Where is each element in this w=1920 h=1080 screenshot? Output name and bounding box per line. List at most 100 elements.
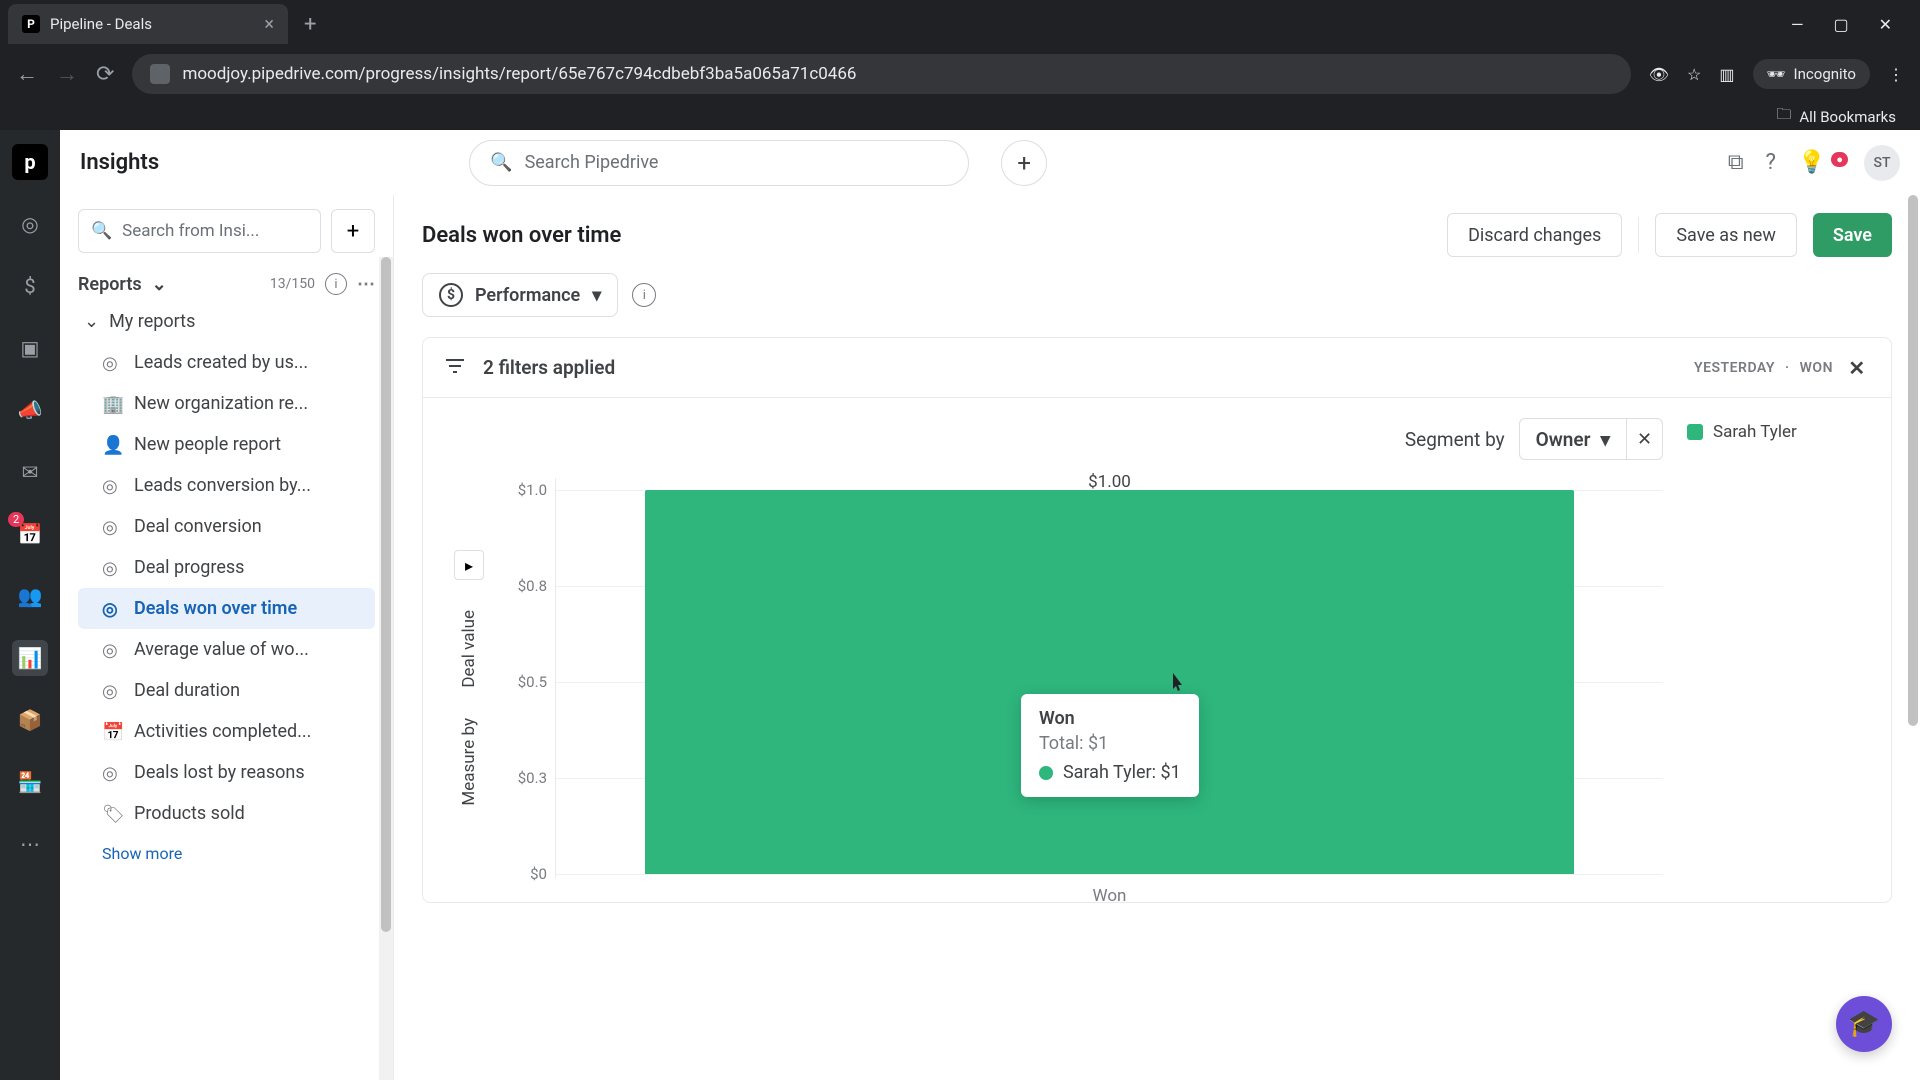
group-label: My reports [109, 311, 195, 332]
measure-column: ▸ Deal value Measure by [447, 478, 491, 878]
new-tab-button[interactable]: + [294, 12, 326, 37]
global-search-input[interactable]: 🔍 Search Pipedrive [469, 140, 969, 186]
filter-tag-yesterday: YESTERDAY [1694, 360, 1775, 376]
chart-body: Segment by Owner ▾ ✕ [423, 398, 1891, 902]
report-list: ◎Leads created by us... 🏢New organizatio… [78, 342, 375, 834]
gridline [556, 874, 1663, 875]
report-label: Deal progress [134, 557, 244, 578]
main-scrollthumb[interactable] [1908, 195, 1918, 726]
global-add-button[interactable]: + [1001, 140, 1047, 186]
bar-won[interactable] [645, 490, 1575, 874]
rail-campaigns-icon[interactable]: 📣 [12, 392, 48, 428]
chevron-down-icon: ▾ [592, 285, 601, 306]
rail-projects-icon[interactable]: ▣ [12, 330, 48, 366]
legend-label: Sarah Tyler [1713, 422, 1797, 442]
target-icon: ◎ [102, 476, 122, 496]
url-box[interactable]: moodjoy.pipedrive.com/progress/insights/… [132, 54, 1630, 94]
report-label: Products sold [134, 803, 245, 824]
star-icon[interactable]: ☆ [1687, 65, 1701, 84]
report-item[interactable]: ◎Leads conversion by... [78, 465, 375, 506]
rail-mail-icon[interactable]: ✉ [12, 454, 48, 490]
report-item[interactable]: ◎Deal duration [78, 670, 375, 711]
browser-tab[interactable]: P Pipeline - Deals × [8, 4, 288, 44]
help-icon[interactable]: ? [1766, 150, 1776, 175]
report-item[interactable]: ◎Average value of wo... [78, 629, 375, 670]
user-avatar[interactable]: ST [1864, 145, 1900, 181]
segment-dropdown[interactable]: Owner ▾ [1519, 418, 1627, 460]
rail-products-icon[interactable]: 📦 [12, 702, 48, 738]
forward-icon: → [56, 61, 78, 87]
site-settings-icon[interactable] [150, 64, 170, 84]
save-as-new-button[interactable]: Save as new [1655, 213, 1797, 257]
folder-icon: 🗀 [1776, 104, 1791, 129]
pipedrive-logo-icon[interactable]: p [12, 144, 48, 180]
sidebar-add-button[interactable]: + [331, 209, 375, 253]
save-button[interactable]: Save [1813, 213, 1892, 257]
rail-deals-icon[interactable]: $ [12, 268, 48, 304]
browser-chrome: P Pipeline - Deals × + — ▢ ✕ ← → ⟳ moodj… [0, 0, 1920, 130]
filter-bar[interactable]: 2 filters applied YESTERDAY · WON ✕ [423, 338, 1891, 398]
window-controls: — ▢ ✕ [1791, 15, 1912, 34]
rail-marketplace-icon[interactable]: 🏪 [12, 764, 48, 800]
close-window-icon[interactable]: ✕ [1879, 15, 1892, 34]
maximize-icon[interactable]: ▢ [1833, 15, 1848, 34]
sidebar: 🔍 Search from Insi... + Reports ⌄ 13/150… [60, 195, 394, 1080]
rail-more-icon[interactable]: ⋯ [12, 826, 48, 862]
minimize-icon[interactable]: — [1791, 15, 1804, 34]
report-item[interactable]: ◎Deal progress [78, 547, 375, 588]
expand-toggle[interactable]: ▸ [454, 550, 484, 580]
rail-badge: 2 [8, 512, 24, 527]
kebab-menu-icon[interactable]: ⋯ [357, 274, 375, 295]
back-icon[interactable]: ← [16, 61, 38, 87]
sidebar-search-placeholder: Search from Insi... [122, 221, 259, 241]
reports-header[interactable]: Reports ⌄ 13/150 i ⋯ [78, 273, 375, 295]
report-item[interactable]: ◎Deals lost by reasons [78, 752, 375, 793]
rail-activities-icon[interactable]: 2📅 [12, 516, 48, 552]
eye-off-icon[interactable]: 👁 [1649, 65, 1669, 84]
person-icon: 👤 [102, 435, 122, 455]
segment-by-label: Segment by [1405, 428, 1505, 451]
performance-label: Performance [475, 285, 580, 306]
y-tick: $0.3 [518, 769, 547, 787]
main: Deals won over time Discard changes Save… [394, 195, 1920, 1080]
rail-insights-icon[interactable]: 📊 [12, 640, 48, 676]
group-header[interactable]: ⌄ My reports [78, 311, 375, 332]
legend-item[interactable]: Sarah Tyler [1687, 422, 1867, 442]
chevron-down-icon: ⌄ [84, 311, 99, 332]
sidebar-search-input[interactable]: 🔍 Search from Insi... [78, 209, 321, 253]
report-item-active[interactable]: ◎Deals won over time [78, 588, 375, 629]
segment-clear-icon[interactable]: ✕ [1627, 418, 1663, 460]
reload-icon[interactable]: ⟳ [96, 62, 114, 87]
addr-right: 👁 ☆ ▥ 🕶 Incognito ⋮ [1649, 59, 1904, 89]
rail-leads-icon[interactable]: ◎ [12, 206, 48, 242]
chart-plot[interactable]: $1.00 Won Won Total: $1 Sarah Tyler: [555, 478, 1663, 878]
panel-icon[interactable]: ▥ [1719, 65, 1734, 84]
report-item[interactable]: 🏷Products sold [78, 793, 375, 834]
help-fab[interactable]: 🎓 [1836, 996, 1892, 1052]
chart-canvas: ▸ Deal value Measure by $1.0 $0.8 $0.5 $… [447, 478, 1663, 878]
report-item[interactable]: 🏢New organization re... [78, 383, 375, 424]
tooltip-series: Sarah Tyler: $1 [1063, 762, 1181, 783]
extensions-icon[interactable]: ⧉ [1728, 150, 1744, 175]
report-item[interactable]: 📅Activities completed... [78, 711, 375, 752]
all-bookmarks[interactable]: All Bookmarks [1799, 108, 1896, 126]
show-more-link[interactable]: Show more [78, 844, 375, 863]
tab-close-icon[interactable]: × [264, 14, 274, 35]
kebab-menu-icon[interactable]: ⋮ [1888, 65, 1904, 84]
report-item[interactable]: 👤New people report [78, 424, 375, 465]
info-icon[interactable]: i [325, 273, 347, 295]
whats-new-icon[interactable]: 💡● [1798, 150, 1842, 175]
report-item[interactable]: ◎Leads created by us... [78, 342, 375, 383]
rail-contacts-icon[interactable]: 👥 [12, 578, 48, 614]
performance-dropdown[interactable]: $ Performance ▾ [422, 273, 618, 317]
sidebar-scrollbar[interactable] [379, 257, 393, 1080]
sidebar-scrollthumb[interactable] [381, 257, 391, 932]
report-label: Activities completed... [134, 721, 311, 742]
discard-button[interactable]: Discard changes [1447, 213, 1622, 257]
main-scrollbar[interactable] [1906, 195, 1920, 1080]
clear-filters-icon[interactable]: ✕ [1843, 354, 1871, 382]
report-label: Deal duration [134, 680, 240, 701]
incognito-pill[interactable]: 🕶 Incognito [1753, 59, 1871, 89]
info-icon[interactable]: i [632, 283, 656, 307]
report-item[interactable]: ◎Deal conversion [78, 506, 375, 547]
